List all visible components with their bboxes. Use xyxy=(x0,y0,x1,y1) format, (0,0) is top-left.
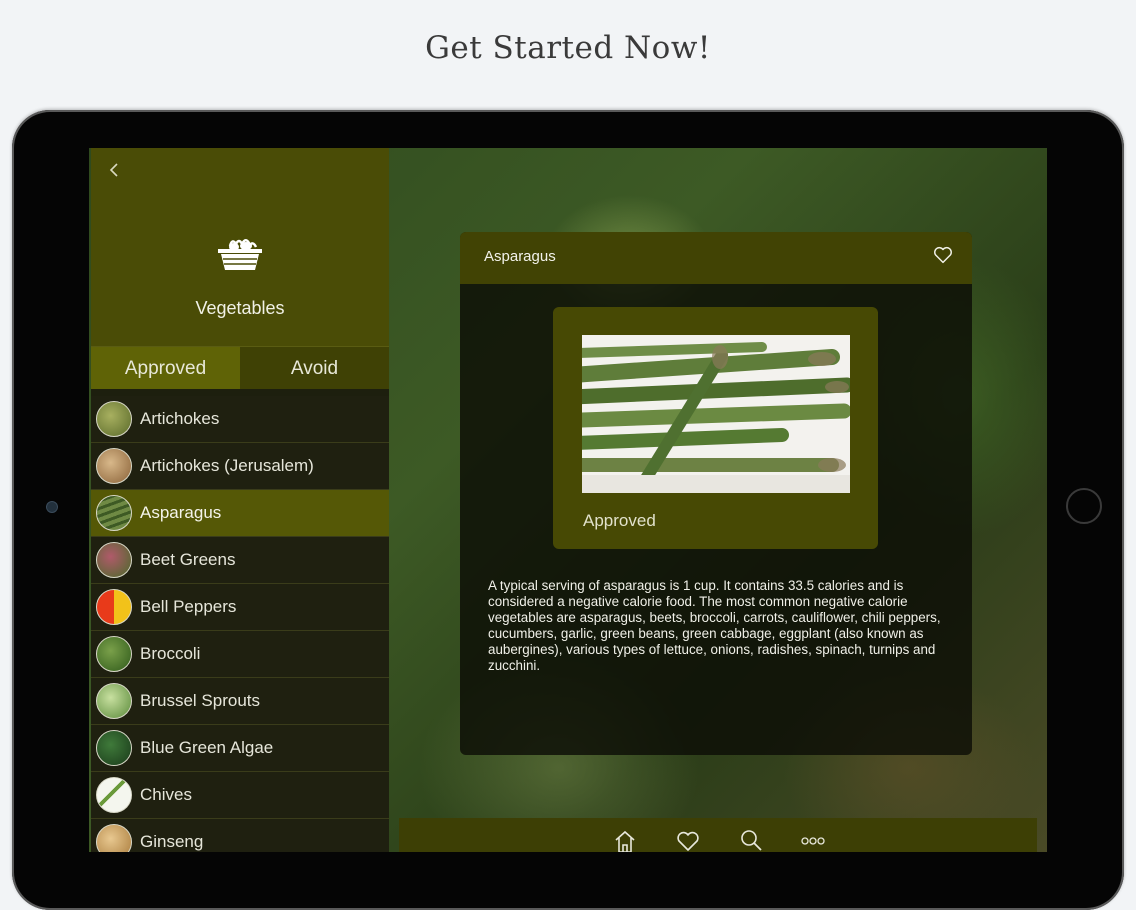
vegetable-thumbnail xyxy=(96,589,132,625)
vegetable-thumbnail xyxy=(96,777,132,813)
asparagus-photo xyxy=(582,335,850,493)
detail-title: Asparagus xyxy=(484,248,556,265)
filter-tabs: Approved Avoid xyxy=(91,346,389,389)
category-title: Vegetables xyxy=(195,298,285,318)
bottom-toolbar xyxy=(399,818,1037,852)
detail-card: Asparagus Approved A typical serving of … xyxy=(460,232,972,755)
list-item-label: Chives xyxy=(140,785,192,804)
list-item-label: Blue Green Algae xyxy=(140,738,274,757)
list-item[interactable]: Brussel Sprouts xyxy=(91,678,389,725)
list-item[interactable]: Artichokes xyxy=(91,396,389,443)
status-label: Approved xyxy=(583,511,656,530)
list-item-label: Broccoli xyxy=(140,644,201,663)
vegetable-list: Artichokes Artichokes (Jerusalem) Aspara… xyxy=(91,396,389,852)
list-item[interactable]: Bell Peppers xyxy=(91,584,389,631)
headline: Get Started Now! xyxy=(425,30,711,66)
list-item-label: Bell Peppers xyxy=(140,597,237,616)
vegetable-thumbnail xyxy=(96,730,132,766)
description-text: A typical serving of asparagus is 1 cup.… xyxy=(488,578,941,673)
list-item[interactable]: Beet Greens xyxy=(91,537,389,584)
list-item-label: Artichokes (Jerusalem) xyxy=(140,456,314,475)
list-item[interactable]: Artichokes (Jerusalem) xyxy=(91,443,389,490)
list-item-label: Brussel Sprouts xyxy=(140,691,260,710)
tab-avoid[interactable]: Avoid xyxy=(240,347,389,389)
category-header: Vegetables xyxy=(91,148,389,346)
heart-icon[interactable] xyxy=(932,244,954,266)
list-item[interactable]: Asparagus xyxy=(91,490,389,537)
tab-approved[interactable]: Approved xyxy=(91,347,240,389)
camera-icon xyxy=(47,502,57,512)
basket-icon xyxy=(218,239,262,270)
list-item-label: Ginseng xyxy=(140,832,204,851)
app-screen: Vegetables Approved Avoid Artichokes Art… xyxy=(89,148,1047,852)
list-item-label: Beet Greens xyxy=(140,550,236,569)
vegetable-thumbnail xyxy=(96,824,132,852)
detail-header: Asparagus xyxy=(460,232,972,284)
vegetable-thumbnail xyxy=(96,495,132,531)
list-item-label: Artichokes xyxy=(140,409,220,428)
search-icon[interactable] xyxy=(738,828,764,852)
vegetable-thumbnail xyxy=(96,542,132,578)
list-item[interactable]: Ginseng xyxy=(91,819,389,852)
vegetable-thumbnail xyxy=(96,683,132,719)
heart-icon[interactable] xyxy=(675,828,701,852)
list-item-label: Asparagus xyxy=(140,503,222,522)
vegetable-thumbnail xyxy=(96,448,132,484)
chevron-left-icon[interactable] xyxy=(107,160,127,184)
more-icon[interactable] xyxy=(800,828,826,852)
list-item[interactable]: Broccoli xyxy=(91,631,389,678)
list-item[interactable]: Blue Green Algae xyxy=(91,725,389,772)
sidebar: Vegetables Approved Avoid Artichokes Art… xyxy=(91,148,389,852)
vegetable-thumbnail xyxy=(96,636,132,672)
photo-frame: Approved xyxy=(553,307,878,549)
vegetable-thumbnail xyxy=(96,401,132,437)
home-icon[interactable] xyxy=(612,828,638,852)
home-hardware-button[interactable] xyxy=(1066,488,1102,524)
list-item[interactable]: Chives xyxy=(91,772,389,819)
